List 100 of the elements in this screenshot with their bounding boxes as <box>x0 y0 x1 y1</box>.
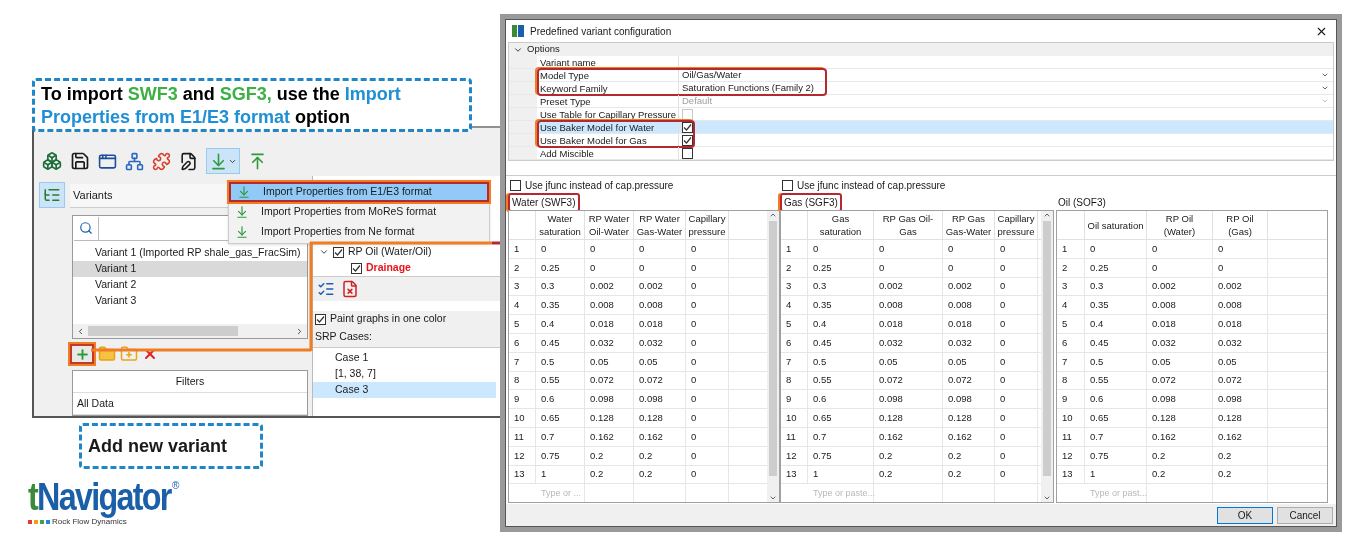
clear-checks-icon[interactable] <box>341 280 359 298</box>
column-header: RP Gas Oil-Gas <box>874 211 943 239</box>
row-number: 5 <box>1057 315 1085 333</box>
table-cell: 0.3 <box>1085 277 1147 296</box>
table-cell: 0.2 <box>874 446 943 465</box>
table-cell: 0 <box>536 240 585 258</box>
property-label: Use Table for Capillary Pressure <box>537 108 679 120</box>
table-cell: 0 <box>995 296 1038 315</box>
save-icon[interactable] <box>70 151 90 171</box>
table-cell: 0 <box>995 334 1038 352</box>
import-button[interactable] <box>206 148 240 174</box>
scroll-up-icon[interactable] <box>769 211 777 219</box>
property-dropdown[interactable]: Saturation Functions (Family 2) <box>679 82 1333 94</box>
row-number: 6 <box>509 334 536 352</box>
table-cell: 0.072 <box>1213 371 1268 390</box>
scrollbar[interactable] <box>767 211 779 502</box>
checkbox[interactable] <box>682 134 693 146</box>
table-cell: 0.5 <box>808 352 874 371</box>
row-number: 5 <box>781 315 808 333</box>
table-cell: 0.008 <box>585 296 634 315</box>
table-cell: 0.162 <box>943 427 995 446</box>
table-cell: 0.2 <box>943 446 995 465</box>
scroll-left-icon <box>76 326 85 336</box>
scroll-down-icon[interactable] <box>1043 494 1051 502</box>
row-number: 1 <box>509 240 536 258</box>
variant-item[interactable]: Variant 1 (Imported RP shale_gas_FracSim) <box>73 244 307 261</box>
checkbox[interactable] <box>351 262 362 274</box>
property-row[interactable]: Add Miscible <box>509 147 1333 160</box>
property-label: Preset Type <box>537 95 679 107</box>
property-row[interactable]: Use Baker Model for Gas <box>509 134 1333 147</box>
variant-item[interactable]: Variant 3 <box>73 292 307 309</box>
table-cell: 0 <box>874 240 943 258</box>
checkbox-label: Use jfunc instead of cap.pressure <box>797 178 946 193</box>
table-cell: 0.128 <box>585 409 634 427</box>
search-icon <box>79 221 93 236</box>
table-cell: 0.4 <box>808 315 874 333</box>
table-cell: 0.7 <box>1085 427 1147 446</box>
table-cell: 0.25 <box>1085 258 1147 277</box>
cube-grid-icon[interactable] <box>42 151 62 171</box>
row-number: 1 <box>781 240 808 258</box>
upload-icon[interactable] <box>248 151 267 171</box>
menu-item[interactable]: Import Properties from Ne format <box>229 222 489 242</box>
property-row[interactable]: Use Baker Model for Water <box>509 121 1333 134</box>
table-cell: 0.162 <box>585 427 634 446</box>
property-row[interactable]: Model Type Oil/Gas/Water <box>509 69 1333 82</box>
dialog-button[interactable]: OK <box>1217 506 1273 524</box>
checkbox[interactable] <box>682 121 693 133</box>
table-cell: 0.75 <box>536 446 585 465</box>
row-number: 10 <box>509 409 536 427</box>
table-cell: 0 <box>1147 258 1213 277</box>
scroll-down-icon[interactable] <box>769 494 777 502</box>
scroll-up-icon[interactable] <box>1043 211 1051 219</box>
case-item[interactable]: [1, 38, 7] <box>313 366 496 382</box>
column-header: RP Gas Gas-Water <box>943 211 995 239</box>
expand-icon[interactable] <box>319 247 329 257</box>
table-cell: 0.2 <box>1213 446 1268 465</box>
filter-item[interactable]: All Data <box>73 393 307 415</box>
tree-view-button[interactable] <box>39 182 65 208</box>
add-variant-button[interactable] <box>70 344 94 365</box>
row-number: 9 <box>781 390 808 409</box>
table-cell: 0 <box>995 258 1038 277</box>
table-cell: 0.128 <box>634 409 686 427</box>
checkbox[interactable] <box>510 179 521 191</box>
table-cell: 0.032 <box>1213 334 1268 352</box>
column-header: Capillary pressure <box>686 211 729 239</box>
checkbox[interactable] <box>682 147 693 159</box>
table-cell: 0.002 <box>634 277 686 296</box>
column-header: RP Oil (Water) <box>1147 211 1213 239</box>
table-cell: 0.162 <box>1147 427 1213 446</box>
checkbox[interactable] <box>782 179 793 191</box>
color-squares-icon <box>28 519 50 525</box>
property-row[interactable]: Keyword Family Saturation Functions (Family 2) <box>509 82 1333 95</box>
table-cell: 0.002 <box>874 277 943 296</box>
menu-item[interactable]: Import Properties from E1/E3 format <box>229 182 489 202</box>
file-edit-icon[interactable] <box>179 151 198 171</box>
case-item[interactable]: Case 1 <box>313 350 496 366</box>
property-row[interactable]: Variant name <box>509 56 1333 69</box>
window-icon[interactable] <box>98 151 117 171</box>
table-cell: 0.55 <box>536 371 585 390</box>
column-header: Filters <box>73 371 307 393</box>
variant-item[interactable]: Variant 2 <box>73 276 307 293</box>
hierarchy-icon[interactable] <box>125 151 144 171</box>
row-number: 3 <box>1057 277 1085 296</box>
variant-item[interactable]: Variant 1 <box>73 260 307 277</box>
checkbox[interactable] <box>315 313 326 325</box>
checklist-icon[interactable] <box>317 280 335 298</box>
puzzle-icon[interactable] <box>152 151 171 171</box>
property-dropdown[interactable]: Oil/Gas/Water <box>679 69 1333 81</box>
case-item[interactable]: Case 3 <box>313 382 496 398</box>
scrollbar[interactable] <box>1041 211 1053 502</box>
row-number: 12 <box>509 446 536 465</box>
tree-item[interactable]: Drainage <box>366 260 411 276</box>
table-cell: 0.2 <box>1213 465 1268 484</box>
table-cell: 0.6 <box>1085 390 1147 409</box>
horizontal-scrollbar[interactable] <box>73 324 307 339</box>
table-cell: 0 <box>585 258 634 277</box>
tree-item[interactable]: RP Oil (Water/Oil) <box>348 244 432 260</box>
download-icon <box>237 185 251 199</box>
dialog-button[interactable]: Cancel <box>1277 506 1333 524</box>
checkbox[interactable] <box>333 246 344 258</box>
